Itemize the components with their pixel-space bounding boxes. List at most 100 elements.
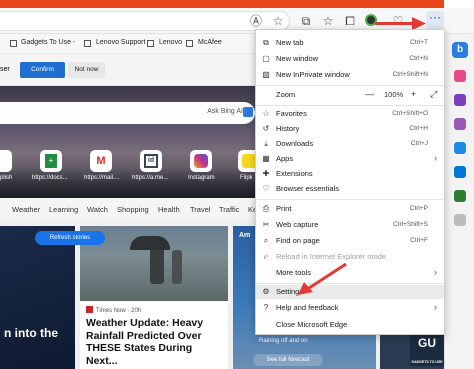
confirm-button[interactable]: Confirm	[20, 62, 65, 78]
favorite-gadgets[interactable]: Gadgets To Use -	[21, 39, 75, 46]
menu-zoom: Zoom — 100% + ⤢	[256, 88, 444, 102]
favorite-mcafee[interactable]: McAfee	[198, 39, 222, 46]
menu-shortcut: Ctrl+Shift+O	[392, 110, 428, 117]
refresh-stories-button[interactable]: Refresh stories	[35, 231, 105, 245]
news-card-weather[interactable]: Times Now · 20h Weather Update: Heavy Ra…	[80, 226, 228, 369]
bing-search-icon[interactable]	[243, 107, 253, 117]
add-icon[interactable]	[454, 214, 466, 226]
menu-inprivate[interactable]: ▨ New InPrivate window Ctrl+Shift+N	[256, 68, 444, 82]
collections-icon[interactable]: ⧠	[342, 13, 358, 29]
gmail-icon: M	[96, 155, 106, 167]
quick-link-tile-mail[interactable]: M	[90, 150, 112, 172]
news-source: Times Now · 20h	[86, 306, 141, 314]
games-icon[interactable]	[454, 118, 466, 130]
menu-print[interactable]: ⎙ Print Ctrl+P	[256, 202, 444, 216]
news-image-figure	[172, 250, 182, 284]
news-card-left[interactable]: n into the	[0, 226, 75, 369]
menu-close-edge[interactable]: Close Microsoft Edge	[256, 318, 444, 332]
copilot-icon[interactable]: ♡	[390, 13, 406, 29]
fullscreen-icon[interactable]: ⤢	[430, 89, 437, 100]
weather-note: Raining off and on	[259, 338, 308, 344]
quick-link-label: https://a.me...	[132, 175, 169, 181]
new-tab-icon: ⧉	[263, 38, 269, 47]
quick-link-tile-instagram[interactable]	[190, 150, 212, 172]
menu-more-tools[interactable]: More tools ›	[256, 266, 444, 280]
right-sidebar: b	[444, 34, 474, 369]
zoom-in-button[interactable]: +	[411, 89, 416, 99]
menu-favorites[interactable]: ☆ Favorites Ctrl+Shift+O	[256, 107, 444, 121]
category-health[interactable]: Health	[158, 205, 180, 214]
menu-browser-essentials[interactable]: ♡ Browser essentials	[256, 182, 444, 196]
quick-link-tile[interactable]	[0, 150, 12, 172]
menu-apps[interactable]: ▦ Apps ›	[256, 152, 444, 166]
print-icon: ⎙	[262, 204, 270, 213]
quick-link-tile-docs[interactable]: +	[40, 150, 62, 172]
shopping-icon[interactable]	[454, 70, 466, 82]
menu-help-feedback[interactable]: ? Help and feedback ›	[256, 301, 444, 315]
menu-label: New InPrivate window	[276, 70, 350, 79]
address-bar[interactable]: Ⓐ ☆	[0, 11, 290, 31]
chevron-right-icon: ›	[434, 267, 437, 277]
category-weather[interactable]: Weather	[12, 205, 40, 214]
category-watch[interactable]: Watch	[87, 205, 108, 214]
split-screen-icon[interactable]: ⧉	[298, 13, 314, 29]
menu-label: Extensions	[276, 169, 313, 178]
menu-label: Web capture	[276, 220, 319, 229]
weather-card-title: Am	[239, 232, 251, 239]
menu-label: Close Microsoft Edge	[276, 320, 348, 329]
search-input[interactable]: Ask Bing AI	[0, 102, 255, 124]
menu-settings[interactable]: ⚙ Settings	[256, 285, 444, 299]
menu-label: Reload in Internet Explorer mode	[276, 252, 387, 261]
menu-label: Help and feedback	[276, 303, 339, 312]
full-forecast-button[interactable]: See full forecast	[253, 354, 323, 366]
menu-new-window[interactable]: ▢ New window Ctrl+N	[256, 52, 444, 66]
new-window-icon: ▢	[262, 54, 270, 63]
outlook-icon[interactable]	[454, 166, 466, 178]
office-icon[interactable]	[454, 142, 466, 154]
favorite-lenovo[interactable]: Lenovo	[159, 39, 182, 46]
tools-icon[interactable]	[454, 94, 466, 106]
category-shopping[interactable]: Shopping	[117, 205, 149, 214]
read-aloud-icon[interactable]: Ⓐ	[248, 13, 264, 29]
news-headline[interactable]: Weather Update: Heavy Rainfall Predicted…	[86, 317, 226, 367]
menu-find-on-page[interactable]: ⌕ Find on page Ctrl+F	[256, 234, 444, 248]
heart-pulse-icon: ♡	[262, 184, 270, 193]
watermark-text: GU	[418, 336, 436, 350]
favorite-lenovo-support[interactable]: Lenovo Support	[96, 39, 145, 46]
category-learning[interactable]: Learning	[49, 205, 78, 214]
page-icon	[186, 40, 193, 47]
menu-extensions[interactable]: ✚ Extensions	[256, 167, 444, 181]
help-icon: ?	[263, 303, 269, 312]
cookie-banner: ser Confirm Not now	[0, 54, 255, 86]
zoom-out-button[interactable]: —	[365, 89, 374, 99]
menu-reload-ie: ℯ Reload in Internet Explorer mode	[256, 250, 444, 264]
drop-icon[interactable]	[454, 190, 466, 202]
category-travel[interactable]: Travel	[190, 205, 211, 214]
menu-shortcut: Ctrl+F	[410, 237, 428, 244]
news-source-text: Times Now · 20h	[96, 308, 142, 314]
bing-icon[interactable]: b	[452, 42, 468, 58]
flipkart-icon	[242, 154, 256, 168]
menu-shortcut: Ctrl+J	[410, 140, 428, 147]
menu-new-tab[interactable]: ⧉ New tab Ctrl+T	[256, 36, 444, 50]
category-traffic[interactable]: Traffic	[219, 205, 239, 214]
quick-link-label: plish	[0, 175, 13, 181]
history-icon: ↺	[262, 124, 270, 133]
menu-history[interactable]: ↺ History Ctrl+H	[256, 122, 444, 136]
menu-downloads[interactable]: ⤓ Downloads Ctrl+J	[256, 137, 444, 151]
menu-web-capture[interactable]: ✂ Web capture Ctrl+Shift+S	[256, 218, 444, 232]
quick-link-label: Instagram	[188, 175, 215, 181]
not-now-button[interactable]: Not now	[68, 62, 105, 78]
annotation-arrow-settings	[298, 262, 347, 295]
quick-link-label: Flipk	[240, 175, 253, 181]
menu-separator	[256, 283, 444, 284]
download-icon: ⤓	[264, 139, 268, 148]
favorite-star-icon[interactable]: ☆	[270, 13, 286, 29]
app-icon: id	[144, 154, 158, 168]
favorites-icon[interactable]: ☆	[320, 13, 336, 29]
quick-link-tile-a[interactable]: id	[140, 150, 162, 172]
more-icon[interactable]: ···	[426, 11, 444, 29]
page-icon	[84, 40, 91, 47]
menu-label: Print	[276, 204, 292, 213]
menu-shortcut: Ctrl+H	[409, 125, 428, 132]
